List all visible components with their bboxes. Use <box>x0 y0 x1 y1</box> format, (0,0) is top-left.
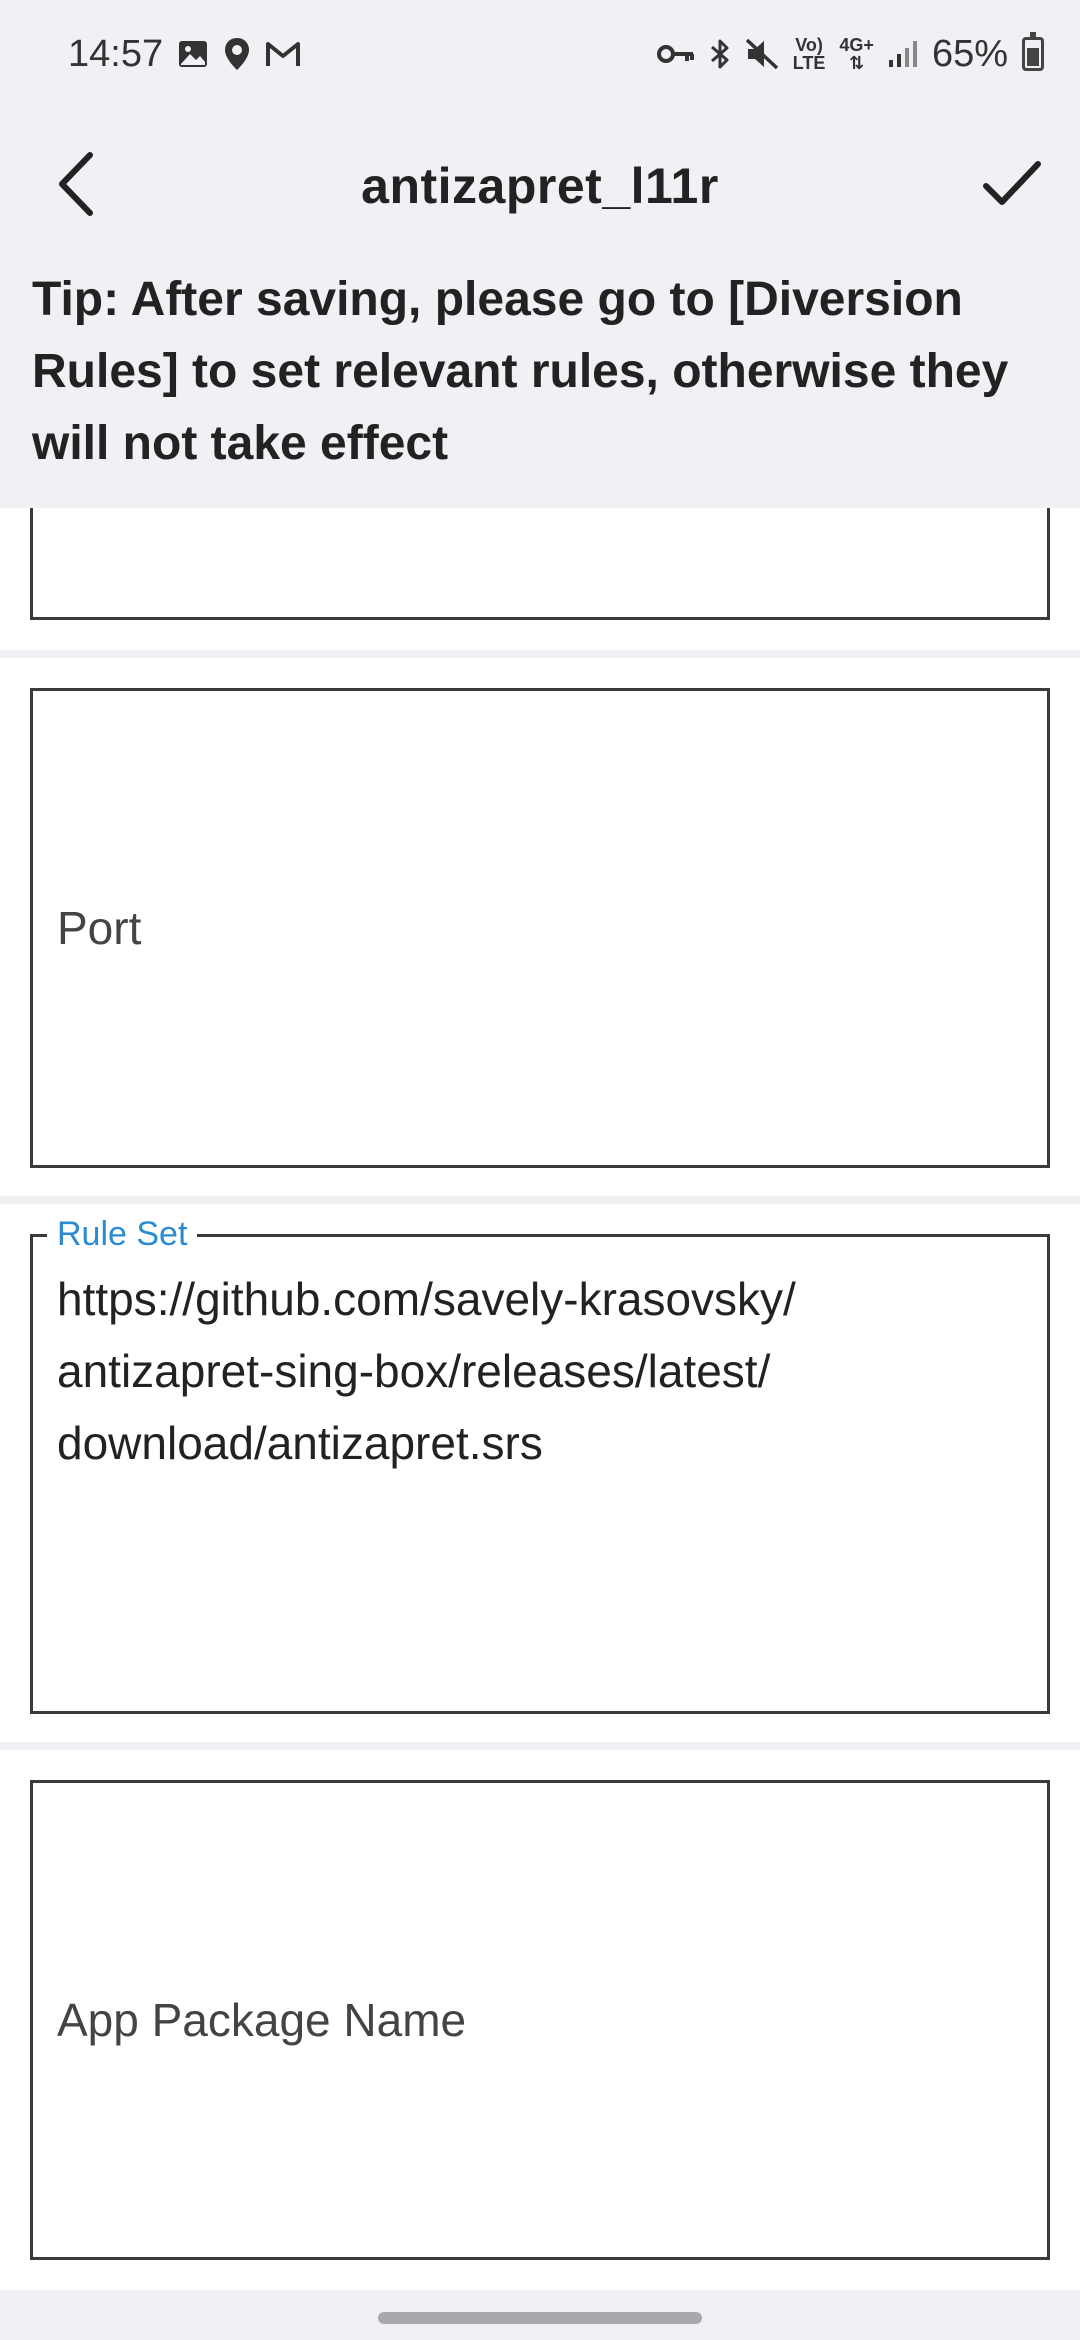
checkmark-icon <box>982 160 1042 213</box>
data-arrows: ⇅ <box>849 53 865 73</box>
previous-field[interactable] <box>30 508 1050 620</box>
bluetooth-icon <box>709 38 731 70</box>
clock: 14:57 <box>68 32 164 75</box>
vpn-key-icon <box>656 42 695 66</box>
page-title: antizapret_l11r <box>361 158 719 214</box>
status-bar-left: 14:57 <box>68 33 301 76</box>
battery-icon <box>1022 32 1044 71</box>
gmail-icon <box>265 39 301 69</box>
port-placeholder: Port <box>57 902 142 954</box>
rule-set-field[interactable]: Rule Set https://github.com/savely-kraso… <box>30 1215 1050 1714</box>
back-button[interactable] <box>36 146 116 226</box>
4g-data-icon: 4G+ ⇅ <box>839 36 874 72</box>
home-indicator[interactable] <box>378 2312 702 2324</box>
battery-percent: 65% <box>931 32 1008 75</box>
volte-line2: LTE <box>792 53 826 73</box>
rule-set-value[interactable]: https://github.com/savely-krasovsky/ ant… <box>57 1263 1023 1479</box>
battery-fill <box>1027 47 1039 66</box>
mute-icon <box>745 38 779 70</box>
port-field[interactable]: Port <box>30 688 1050 1168</box>
volte-icon: Vo) LTE <box>793 36 826 72</box>
status-bar-right: Vo) LTE 4G+ ⇅ 65% <box>656 32 1044 76</box>
image-icon <box>177 38 209 70</box>
signal-icon <box>888 40 918 68</box>
app-package-name-placeholder: App Package Name <box>57 1994 467 2046</box>
volte-line1: Vo) <box>795 35 823 55</box>
save-button[interactable] <box>972 146 1052 226</box>
chevron-left-icon <box>54 151 98 222</box>
form-content[interactable]: Port Rule Set https://github.com/savely-… <box>0 508 1080 2290</box>
location-icon <box>223 37 251 71</box>
status-bar: 14:57 Vo) LTE 4G+ ⇅ 65% <box>0 0 1080 108</box>
tip-text: Tip: After saving, please go to [Diversi… <box>0 264 1080 508</box>
rule-set-label: Rule Set <box>47 1215 198 1254</box>
app-package-name-field[interactable]: App Package Name <box>30 1780 1050 2260</box>
divider <box>0 650 1080 658</box>
divider <box>0 1742 1080 1750</box>
app-bar: antizapret_l11r <box>0 108 1080 264</box>
divider <box>0 1196 1080 1204</box>
network-type: 4G+ <box>839 35 874 55</box>
